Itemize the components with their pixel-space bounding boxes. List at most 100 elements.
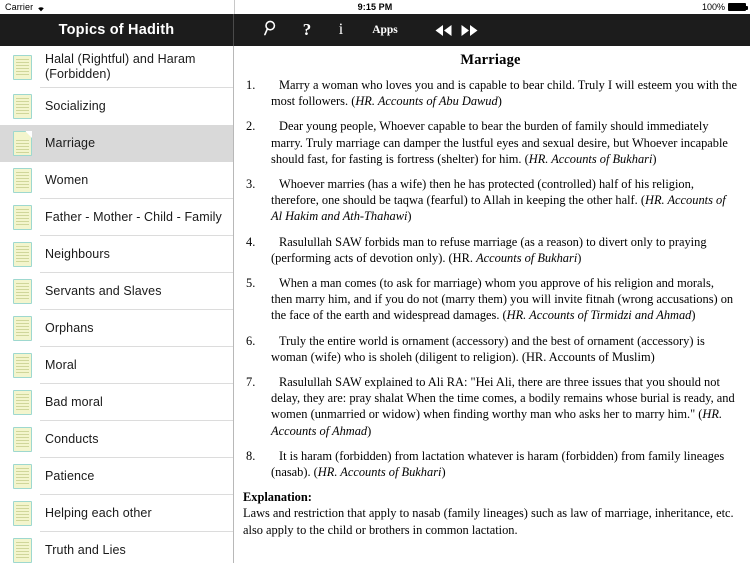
navigation-bar-left: Topics of Hadith <box>0 14 234 46</box>
hadith-citation-close: ) <box>497 94 502 109</box>
hadith-item: 1. Marry a woman who loves you and is cap… <box>243 77 738 109</box>
hadith-item-number: 1. <box>246 78 256 92</box>
sidebar-item-label: Patience <box>45 469 95 483</box>
hadith-item-text: Truly the entire world is ornament (acce… <box>271 333 738 365</box>
hadith-item-text: Rasulullah SAW forbids man to refuse mar… <box>271 234 738 266</box>
sidebar-item[interactable]: Halal (Rightful) and Haram (Forbidden) <box>0 46 233 88</box>
document-icon <box>13 464 32 489</box>
document-icon <box>13 54 32 80</box>
magnifier-icon <box>263 20 279 41</box>
sidebar-item[interactable]: Socializing <box>0 88 233 125</box>
hadith-item: 6. Truly the entire world is ornament (ac… <box>243 333 738 365</box>
hadith-citation-close: ) <box>441 465 446 480</box>
sidebar-item[interactable]: Father - Mother - Child - Family <box>0 199 233 236</box>
hadith-item: 3. Whoever marries (has a wife) then he h… <box>243 176 738 225</box>
hadith-item-number: 6. <box>246 333 256 348</box>
hadith-item: 5. When a man comes (to ask for marriage)… <box>243 275 738 324</box>
sidebar-item[interactable]: Conducts <box>0 421 233 458</box>
sidebar-item[interactable]: Moral <box>0 347 233 384</box>
apps-label: Apps <box>372 24 398 36</box>
hadith-item-text: Rasulullah SAW explained to Ali RA: "Hei… <box>271 374 738 439</box>
fast-forward-icon <box>460 24 479 37</box>
hadith-item-number: 7. <box>246 375 256 390</box>
hadith-item-text: Dear young people, Whoever capable to be… <box>271 118 738 167</box>
document-icon <box>13 353 32 378</box>
hadith-item-body: Whoever marries (has a wife) then he has… <box>271 177 694 208</box>
clock-label: 9:15 PM <box>357 2 393 12</box>
info-button[interactable]: i <box>324 14 358 46</box>
question-mark-icon: ? <box>302 20 312 39</box>
document-icon <box>13 279 32 304</box>
hadith-citation: HR. Accounts of Tirmidzi and Ahmad <box>506 308 692 323</box>
hadith-item-number: 5. <box>246 276 256 291</box>
document-icon <box>13 168 32 193</box>
rewind-icon <box>434 24 453 37</box>
hadith-item: 8. It is haram (forbidden) from lactation… <box>243 448 738 480</box>
hadith-item-number: 4. <box>246 234 256 249</box>
sidebar-item-label: Moral <box>45 358 77 372</box>
hadith-list: 1. Marry a woman who loves you and is cap… <box>243 77 738 480</box>
hadith-citation: Accounts of Bukhari <box>476 250 578 265</box>
hadith-citation-close: ) <box>577 250 582 265</box>
sidebar-item-label: Conducts <box>45 432 99 446</box>
battery-icon <box>728 3 748 11</box>
sidebar-item[interactable]: Patience <box>0 458 233 495</box>
hadith-citation: HR. Accounts of Bukhari <box>528 151 653 166</box>
sidebar-item-label: Bad moral <box>45 395 103 409</box>
hadith-citation-close: ) <box>691 308 696 323</box>
sidebar-item[interactable]: Helping each other <box>0 495 233 532</box>
hadith-item: 2. Dear young people, Whoever capable to … <box>243 118 738 167</box>
explanation-body: Laws and restriction that apply to nasab… <box>243 506 734 537</box>
sidebar-item-label: Women <box>45 173 89 187</box>
document-icon <box>13 316 32 341</box>
document-icon <box>13 390 32 415</box>
sidebar-item[interactable]: Servants and Slaves <box>0 273 233 310</box>
hadith-item: 7. Rasulullah SAW explained to Ali RA: "H… <box>243 374 738 439</box>
hadith-content-pane: Marriage 1. Marry a woman who loves you a… <box>234 46 750 563</box>
hadith-item-text: Whoever marries (has a wife) then he has… <box>271 176 738 225</box>
sidebar-item[interactable]: Marriage <box>0 125 233 162</box>
hadith-item-text: It is haram (forbidden) from lactation w… <box>271 448 738 480</box>
hadith-item-text: When a man comes (to ask for marriage) w… <box>271 275 738 324</box>
info-i-icon: i <box>338 21 344 38</box>
apps-button[interactable]: Apps <box>358 14 412 46</box>
document-icon <box>13 501 32 526</box>
sidebar-item[interactable]: Bad moral <box>0 384 233 421</box>
hadith-item-number: 3. <box>246 177 256 192</box>
hadith-item-body: Truly the entire world is ornament (acce… <box>271 333 705 364</box>
document-icon <box>13 205 32 230</box>
hadith-citation: HR. Accounts of Bukhari <box>317 465 442 480</box>
document-icon <box>13 427 32 452</box>
sidebar-item-label: Servants and Slaves <box>45 284 162 298</box>
page-title: Topics of Hadith <box>58 22 175 38</box>
search-button[interactable] <box>252 14 290 46</box>
help-button[interactable]: ? <box>290 14 324 46</box>
status-bar: Carrier 9:15 PM 100% <box>0 0 750 14</box>
hadith-item: 4. Rasulullah SAW forbids man to refuse m… <box>243 234 738 266</box>
sidebar-item-label: Father - Mother - Child - Family <box>45 210 222 224</box>
document-icon <box>13 94 32 119</box>
hadith-item-text: Marry a woman who loves you and is capab… <box>271 77 738 109</box>
document-icon <box>13 242 32 267</box>
sidebar-item[interactable]: Orphans <box>0 310 233 347</box>
sidebar-item[interactable]: Neighbours <box>0 236 233 273</box>
sidebar-item-label: Halal (Rightful) and Haram (Forbidden) <box>45 52 196 81</box>
hadith-citation-close: ) <box>407 209 412 224</box>
sidebar-item[interactable]: Truth and Lies <box>0 532 233 563</box>
sidebar-item[interactable]: Women <box>0 162 233 199</box>
toolbar: ? i Apps <box>234 14 750 46</box>
status-bar-divider <box>234 0 235 14</box>
sidebar-item-label: Truth and Lies <box>45 543 126 557</box>
topics-sidebar[interactable]: Halal (Rightful) and Haram (Forbidden) So… <box>0 46 234 563</box>
hadith-citation-close: ) <box>652 151 657 166</box>
document-icon <box>13 538 32 563</box>
sidebar-item-label: Marriage <box>45 136 96 150</box>
hadith-item-body: Dear young people, Whoever capable to be… <box>271 119 728 166</box>
content-title: Marriage <box>460 52 521 68</box>
hadith-citation: HR. Accounts of Abu Dawud <box>355 94 498 109</box>
next-button[interactable] <box>456 14 482 46</box>
app-root: Carrier 9:15 PM 100% Topics of Hadith ? … <box>0 0 750 563</box>
previous-button[interactable] <box>430 14 456 46</box>
explanation-heading: Explanation: <box>243 490 312 505</box>
hadith-citation-close: ) <box>367 423 372 438</box>
